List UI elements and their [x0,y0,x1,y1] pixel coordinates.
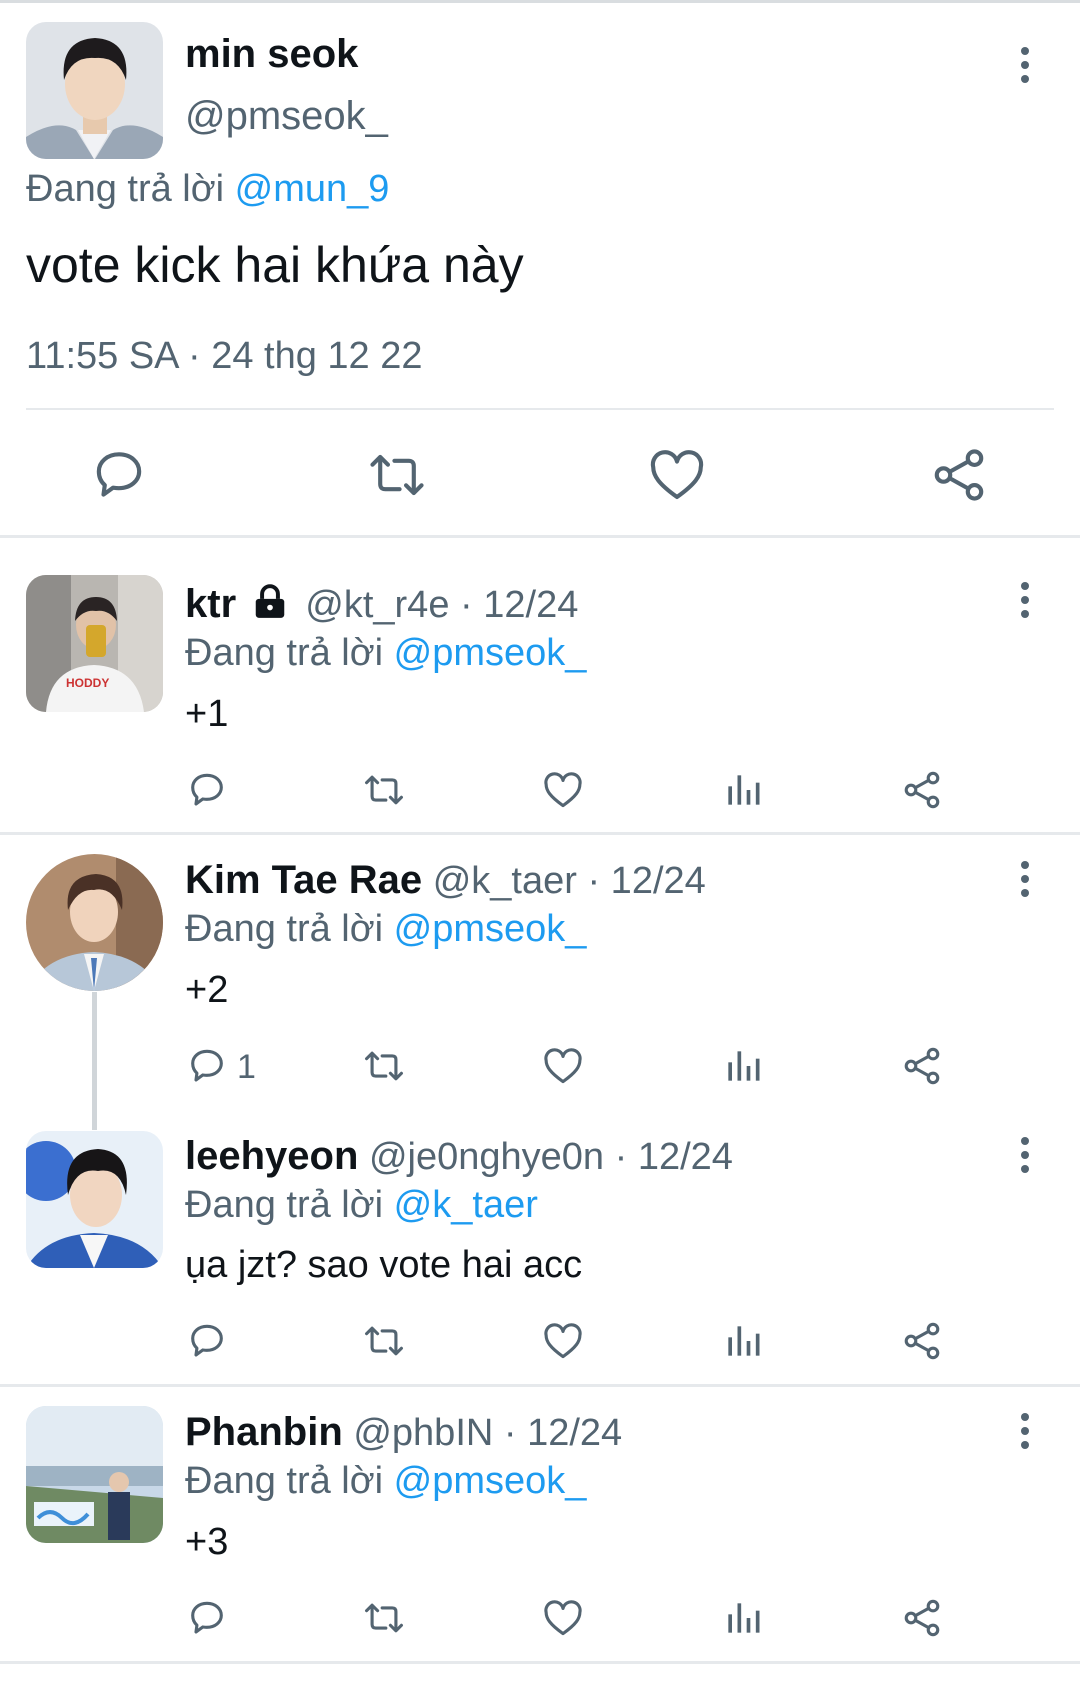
reply-prefix: Đang trả lời [185,1460,384,1502]
reply-count: 1 [237,1048,256,1086]
more-icon[interactable] [1010,1133,1040,1177]
retweet-icon[interactable] [366,444,428,506]
author-handle[interactable]: @k_taer [433,860,577,902]
reply-date[interactable]: · 12/24 [460,584,578,626]
replying-to: Đang trả lời @pmseok_ [185,1460,586,1503]
tweet-timestamp[interactable]: 11:55 SA · 24 thg 12 22 [26,335,423,378]
author-name[interactable]: Phanbin [185,1410,343,1454]
reply-icon[interactable] [185,1319,229,1363]
avatar-phanbin[interactable] [26,1406,163,1543]
views-icon[interactable] [721,1319,765,1363]
tweet-text: ụa jzt? sao vote hai acc [185,1244,583,1286]
reply-icon[interactable] [185,1596,229,1640]
tweet-text: +3 [185,1521,229,1563]
more-icon[interactable] [1010,857,1040,901]
like-icon[interactable] [646,444,708,506]
author-handle[interactable]: @kt_r4e [305,584,449,626]
views-icon[interactable] [721,1596,765,1640]
reply-prefix: Đang trả lời [185,632,384,674]
replying-to: Đang trả lời @k_taer [185,1184,538,1227]
svg-text:HODDY: HODDY [66,676,109,690]
author-handle[interactable]: @phbIN [353,1412,493,1454]
reply-header: leehyeon @je0nghye0n · 12/24 [185,1134,733,1179]
author-name[interactable]: ktr [185,582,236,626]
retweet-icon[interactable] [362,1596,406,1640]
avatar-ktr[interactable]: HODDY [26,575,163,712]
replying-to: Đang trả lời @pmseok_ [185,632,586,675]
tweet-text: +2 [185,969,229,1011]
more-icon[interactable] [1010,1409,1040,1453]
lock-icon [255,584,284,618]
avatar-minseok[interactable] [26,22,163,159]
like-icon[interactable] [541,1319,585,1363]
separator [0,535,1080,538]
more-icon[interactable] [1010,43,1040,87]
replying-to: Đang trả lời @pmseok_ [185,908,586,951]
share-icon[interactable] [900,768,944,812]
author-handle[interactable]: @je0nghye0n [369,1136,604,1178]
share-icon[interactable] [900,1044,944,1088]
like-icon[interactable] [541,768,585,812]
avatar-kimtaerae[interactable] [26,854,163,991]
thread-line [92,992,97,1130]
reply-to-link[interactable]: @pmseok_ [394,908,587,950]
share-icon[interactable] [900,1319,944,1363]
reply-header: ktr @kt_r4e · 12/24 [185,582,578,627]
retweet-icon[interactable] [362,1044,406,1088]
author-name[interactable]: min seok [185,32,358,77]
reply-header: Kim Tae Rae @k_taer · 12/24 [185,858,706,903]
divider [26,408,1054,410]
tweet-text: vote kick hai khứa này [26,237,524,293]
more-icon[interactable] [1010,578,1040,622]
separator [0,1661,1080,1664]
reply-to-link[interactable]: @pmseok_ [394,632,587,674]
author-handle[interactable]: @pmseok_ [185,94,388,139]
retweet-icon[interactable] [362,768,406,812]
like-icon[interactable] [541,1596,585,1640]
views-icon[interactable] [721,768,765,812]
like-icon[interactable] [541,1044,585,1088]
separator [0,832,1080,835]
separator [0,1384,1080,1387]
reply-date[interactable]: · 12/24 [504,1412,622,1454]
avatar-leehyeon[interactable] [26,1131,163,1268]
share-icon[interactable] [928,444,990,506]
author-name[interactable]: leehyeon [185,1134,358,1178]
views-icon[interactable] [721,1044,765,1088]
reply-header: Phanbin @phbIN · 12/24 [185,1410,622,1455]
reply-icon[interactable] [185,1044,229,1088]
share-icon[interactable] [900,1596,944,1640]
reply-to-link[interactable]: @k_taer [394,1184,538,1226]
reply-to-link[interactable]: @pmseok_ [394,1460,587,1502]
reply-date[interactable]: · 12/24 [615,1136,733,1178]
retweet-icon[interactable] [362,1319,406,1363]
reply-to-link[interactable]: @mun_9 [235,168,390,210]
reply-prefix: Đang trả lời [185,1184,384,1226]
reply-prefix: Đang trả lời [26,168,225,210]
reply-icon[interactable] [88,444,150,506]
reply-icon[interactable] [185,768,229,812]
top-border [0,0,1080,3]
replying-to: Đang trả lời @mun_9 [26,168,389,211]
reply-prefix: Đang trả lời [185,908,384,950]
reply-date[interactable]: · 12/24 [587,860,705,902]
tweet-text: +1 [185,693,229,735]
author-name[interactable]: Kim Tae Rae [185,858,422,902]
